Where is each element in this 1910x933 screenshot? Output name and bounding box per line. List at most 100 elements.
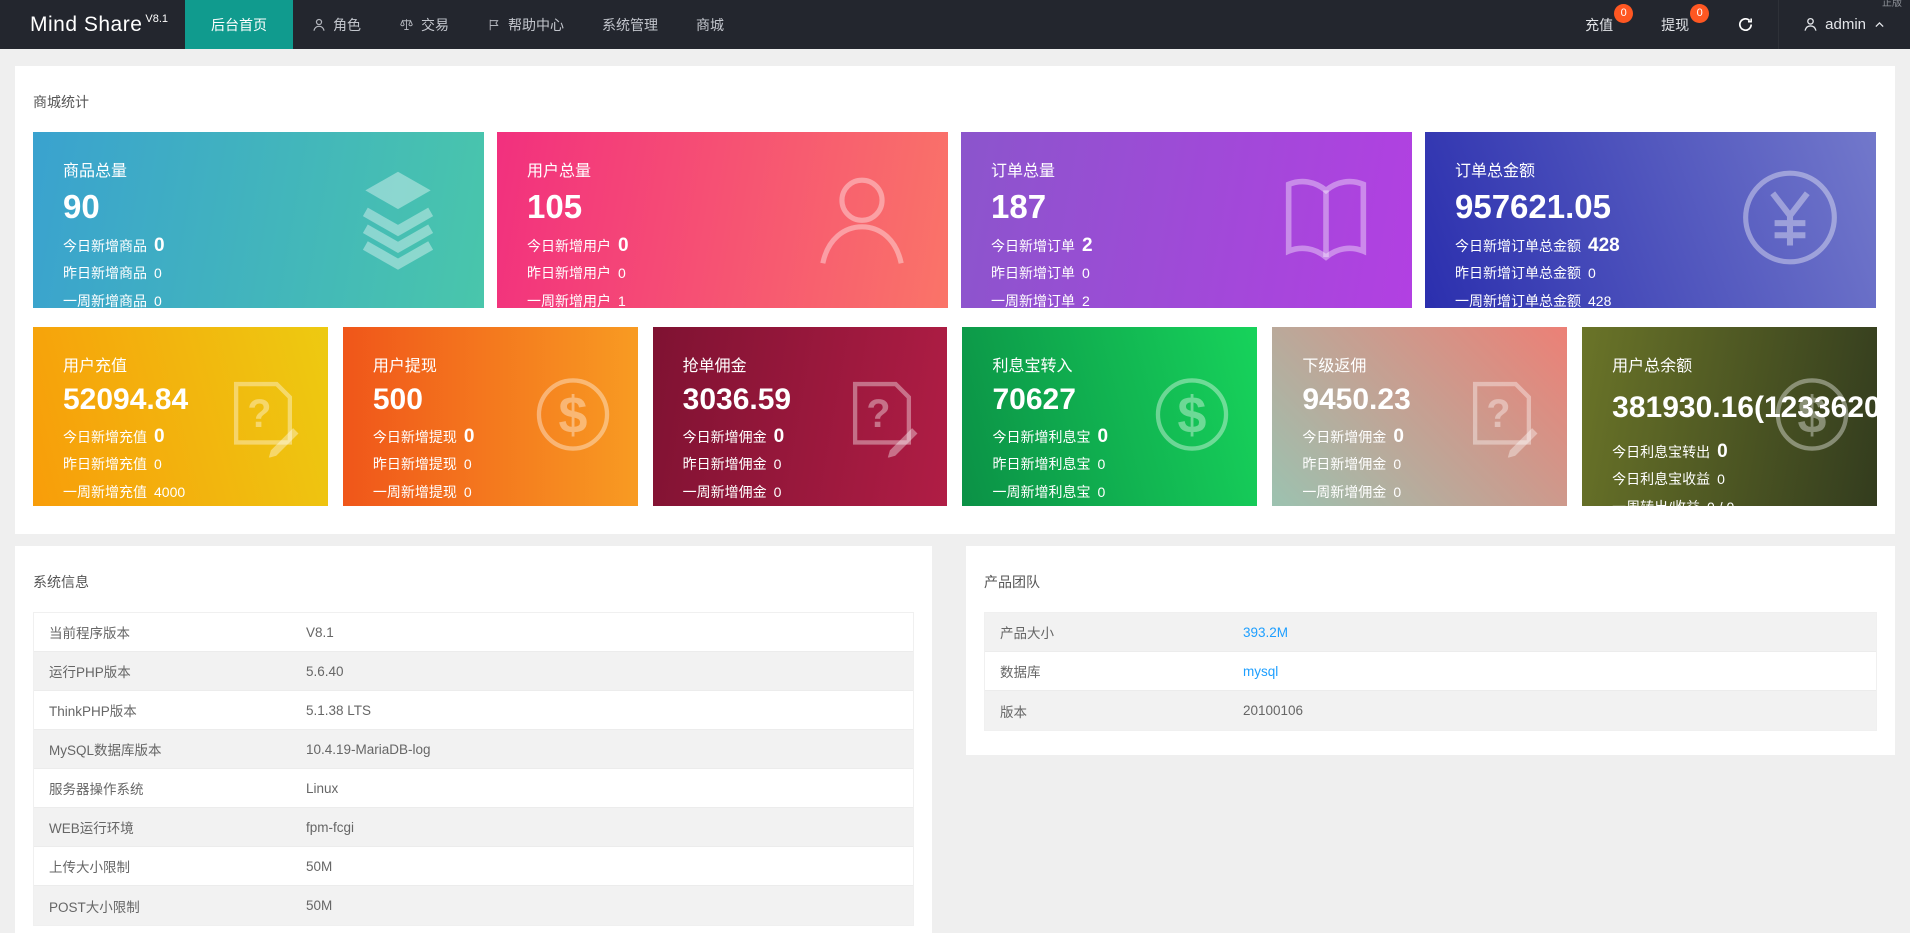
user-icon xyxy=(1803,17,1818,32)
stat-card-primary-0: 商品总量 90 今日新增商品 0 昨日新增商品 0 一周新增商品 0 xyxy=(33,132,484,308)
brand-version: V8.1 xyxy=(145,12,169,25)
row-value: 5.1.38 LTS xyxy=(306,702,372,718)
row-value: fpm-fcgi xyxy=(306,819,355,835)
stat-line-value: 4000 xyxy=(154,484,186,500)
nav-item-4[interactable]: 系统管理 xyxy=(583,0,677,49)
stat-card-title: 用户总余额 xyxy=(1612,358,1693,375)
product-team-panel: 产品团队 产品大小 393.2M 数据库 mysql 版本 20100106 xyxy=(966,546,1895,755)
stat-card-title: 订单总量 xyxy=(991,163,1056,180)
brand-logo[interactable]: Mind Share V8.1 xyxy=(0,0,185,49)
stat-line-value: 2 xyxy=(1082,292,1090,308)
row-label: 当前程序版本 xyxy=(49,626,130,641)
stat-line-label: 今日利息宝转出 xyxy=(1612,444,1711,460)
book-icon xyxy=(1270,162,1382,279)
nav-item-label: 后台首页 xyxy=(211,16,267,33)
stat-card-line-2: 一周新增用户 1 xyxy=(527,291,948,308)
stat-line-label: 一周新增商品 xyxy=(63,292,147,308)
stat-card-line-2: 一周新增佣金 0 xyxy=(683,482,948,502)
svg-text:?: ? xyxy=(867,392,891,436)
stat-line-label: 昨日新增佣金 xyxy=(1302,456,1387,472)
stat-line-value: 0 xyxy=(773,456,782,472)
svg-text:$: $ xyxy=(1178,386,1207,444)
row-value: V8.1 xyxy=(306,624,334,640)
stat-line-label: 一周新增订单总金额 xyxy=(1455,292,1581,308)
stat-line-label: 今日新增提现 xyxy=(372,429,457,445)
stat-card-title: 用户提现 xyxy=(372,358,437,375)
stat-line-value: 0 xyxy=(1717,471,1725,487)
stat-line-label: 昨日新增订单总金额 xyxy=(1455,264,1581,281)
stat-card-secondary-2: 抢单佣金 3036.59 今日新增佣金 0 昨日新增佣金 0 一周新增佣金 0 ? xyxy=(652,327,948,506)
stat-card-title: 抢单佣金 xyxy=(682,358,747,375)
nav-right: 充值 0 提现 0 admin xyxy=(1561,0,1910,49)
row-value[interactable]: mysql xyxy=(1243,664,1278,679)
stat-line-value: 0 xyxy=(1393,426,1404,447)
stat-line-value: 0 / 0 xyxy=(1707,499,1734,506)
svg-text:$: $ xyxy=(1798,386,1827,444)
stat-line-value: 0 xyxy=(154,292,162,308)
stat-line-value: 0 xyxy=(1097,484,1106,500)
nav-item-5[interactable]: 商城 xyxy=(677,0,743,49)
stat-line-label: 今日新增佣金 xyxy=(1302,429,1387,445)
stat-line-value: 0 xyxy=(773,484,782,500)
nav-item-label: 系统管理 xyxy=(602,16,658,33)
stat-line-value: 0 xyxy=(1393,456,1402,472)
stat-line-label: 一周转出/收益 xyxy=(1612,497,1700,506)
row-label: 运行PHP版本 xyxy=(49,665,131,680)
stat-line-value: 0 xyxy=(154,456,162,472)
system-info-panel: 系统信息 当前程序版本 V8.1 运行PHP版本 5.6.40 ThinkPHP版本 5.… xyxy=(15,546,932,933)
row-label: MySQL数据库版本 xyxy=(49,743,162,758)
stat-line-label: 昨日新增利息宝 xyxy=(992,456,1091,472)
stat-card-line-2: 一周新增订单总金额 428 xyxy=(1455,291,1876,308)
withdraw-button[interactable]: 提现 0 xyxy=(1637,0,1713,49)
stat-line-label: 昨日新增订单 xyxy=(991,264,1075,281)
stat-card-title: 用户总量 xyxy=(527,163,592,180)
row-value[interactable]: 393.2M xyxy=(1243,625,1288,640)
table-row: 上传大小限制 50M xyxy=(34,847,913,886)
nav-item-label: 帮助中心 xyxy=(508,16,564,33)
stat-card-line-1: 今日利息宝收益 0 xyxy=(1612,469,1877,489)
stat-line-value: 0 xyxy=(1097,456,1106,472)
dollar-circle-icon: $ xyxy=(1149,371,1235,462)
row-value: 10.4.19-MariaDB-log xyxy=(306,741,431,757)
stat-line-value: 0 xyxy=(1588,264,1596,281)
nav-item-0[interactable]: 后台首页 xyxy=(185,0,293,49)
table-row: 版本 20100106 xyxy=(985,691,1876,730)
stat-line-value: 0 xyxy=(618,234,629,256)
question-doc-icon: ? xyxy=(1459,371,1545,462)
stat-line-value: 0 xyxy=(618,264,626,281)
withdraw-label: 提现 xyxy=(1661,16,1690,33)
stat-line-value: 2 xyxy=(1082,234,1093,256)
nav-item-2[interactable]: 交易 xyxy=(380,0,468,49)
stat-line-value: 428 xyxy=(1588,234,1620,256)
withdraw-badge: 0 xyxy=(1690,4,1710,23)
product-team-table: 产品大小 393.2M 数据库 mysql 版本 20100106 xyxy=(984,612,1877,731)
row-label: WEB运行环境 xyxy=(49,821,134,836)
row-value: 50M xyxy=(306,858,333,874)
stat-line-value: 0 xyxy=(1717,441,1728,462)
table-row: WEB运行环境 fpm-fcgi xyxy=(34,808,913,847)
table-row: POST大小限制 50M xyxy=(34,886,913,925)
table-row: ThinkPHP版本 5.1.38 LTS xyxy=(34,691,913,730)
stat-card-title: 下级返佣 xyxy=(1302,358,1367,375)
stat-line-label: 昨日新增提现 xyxy=(372,456,457,472)
stat-line-label: 一周新增充值 xyxy=(63,484,147,500)
stat-line-value: 0 xyxy=(463,426,475,447)
stat-line-label: 昨日新增商品 xyxy=(63,264,147,281)
recharge-button[interactable]: 充值 0 xyxy=(1561,0,1637,49)
mall-stats-panel: 商城统计 商品总量 90 今日新增商品 0 昨日新增商品 0 一周新增商品 0 用户总量 105… xyxy=(15,66,1895,534)
main-content: 商城统计 商品总量 90 今日新增商品 0 昨日新增商品 0 一周新增商品 0 用户总量 105… xyxy=(0,49,1910,933)
nav-item-3[interactable]: 帮助中心 xyxy=(468,0,583,49)
nav-item-label: 角色 xyxy=(333,16,361,33)
system-info-title: 系统信息 xyxy=(33,574,89,590)
row-label: 数据库 xyxy=(1000,665,1041,680)
table-row: 产品大小 393.2M xyxy=(985,613,1876,652)
stat-line-value: 1 xyxy=(618,292,626,308)
stat-card-secondary-5: 用户总余额381930.16(1233620.32)今日利息宝转出0今日利息宝收… xyxy=(1582,327,1877,506)
stat-line-label: 一周新增提现 xyxy=(372,484,457,500)
refresh-button[interactable] xyxy=(1713,0,1778,49)
nav-item-1[interactable]: 角色 xyxy=(293,0,380,49)
stat-line-label: 今日新增用户 xyxy=(527,237,611,254)
flag-icon xyxy=(487,18,501,32)
stat-line-label: 一周新增利息宝 xyxy=(992,484,1091,500)
